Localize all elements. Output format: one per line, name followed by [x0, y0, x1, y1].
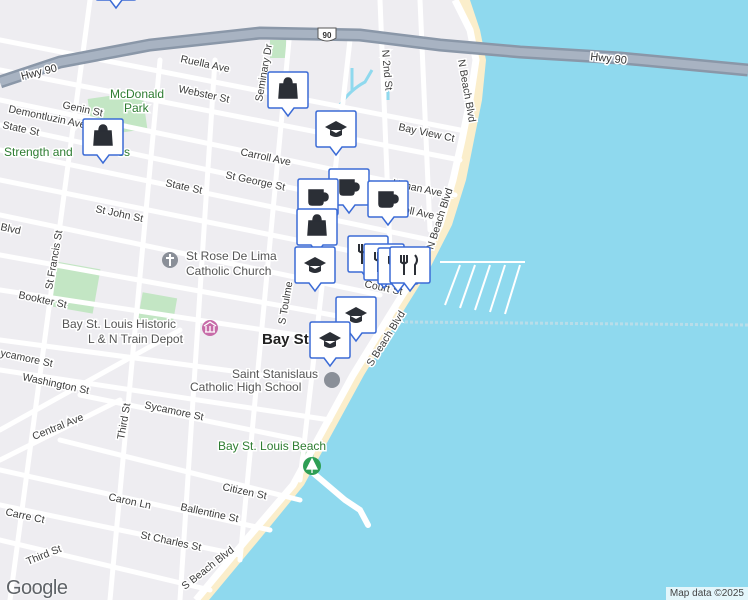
map-canvas[interactable]: 90 Hwy 90 Hwy 90 Ruella Ave Webster St G…: [0, 0, 748, 600]
church-poi[interactable]: [162, 252, 178, 268]
poi-label: Saint Stanislaus: [232, 367, 318, 381]
beach-poi[interactable]: [303, 457, 321, 475]
map-attribution[interactable]: Map data ©2025: [665, 587, 748, 600]
poi-label: Catholic High School: [190, 380, 301, 394]
poi-label: Bay St. Louis Historic: [62, 317, 176, 331]
route-shield-number: 90: [323, 31, 332, 40]
poi-label: Strength and: [4, 145, 73, 159]
poi-label: L & N Train Depot: [88, 332, 184, 346]
park-label: McDonald: [110, 87, 164, 101]
museum-poi[interactable]: [202, 320, 218, 336]
school-poi[interactable]: [324, 372, 340, 388]
google-logo: Google: [6, 577, 68, 599]
park-label: Park: [124, 101, 150, 115]
poi-label: Catholic Church: [186, 264, 271, 278]
poi-label: Bay St. Louis Beach: [218, 439, 326, 453]
route-shield: 90: [317, 27, 337, 42]
poi-label: St Rose De Lima: [186, 249, 277, 263]
